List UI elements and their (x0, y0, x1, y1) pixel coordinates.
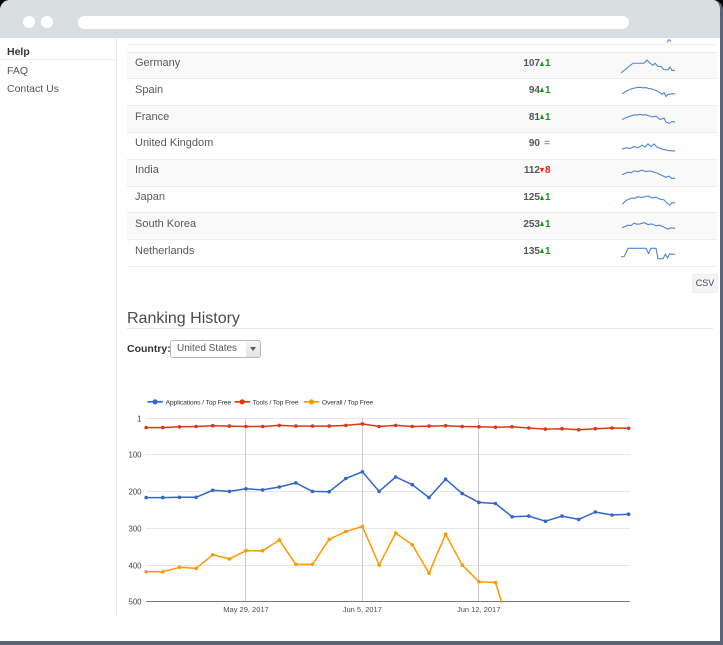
svg-text:Overall / Top Free: Overall / Top Free (322, 399, 374, 406)
svg-text:Jun 5, 2017: Jun 5, 2017 (343, 605, 382, 614)
svg-text:400: 400 (128, 561, 142, 570)
svg-text:Tools / Top Free: Tools / Top Free (253, 399, 299, 406)
svg-text:300: 300 (128, 524, 142, 533)
svg-text:100: 100 (128, 450, 142, 459)
svg-text:1: 1 (137, 414, 141, 423)
svg-text:Jun 12, 2017: Jun 12, 2017 (457, 605, 500, 614)
svg-text:500: 500 (128, 597, 142, 606)
svg-text:Applications / Top Free: Applications / Top Free (166, 399, 232, 406)
svg-text:200: 200 (128, 487, 142, 496)
svg-text:May 29, 2017: May 29, 2017 (223, 605, 268, 614)
